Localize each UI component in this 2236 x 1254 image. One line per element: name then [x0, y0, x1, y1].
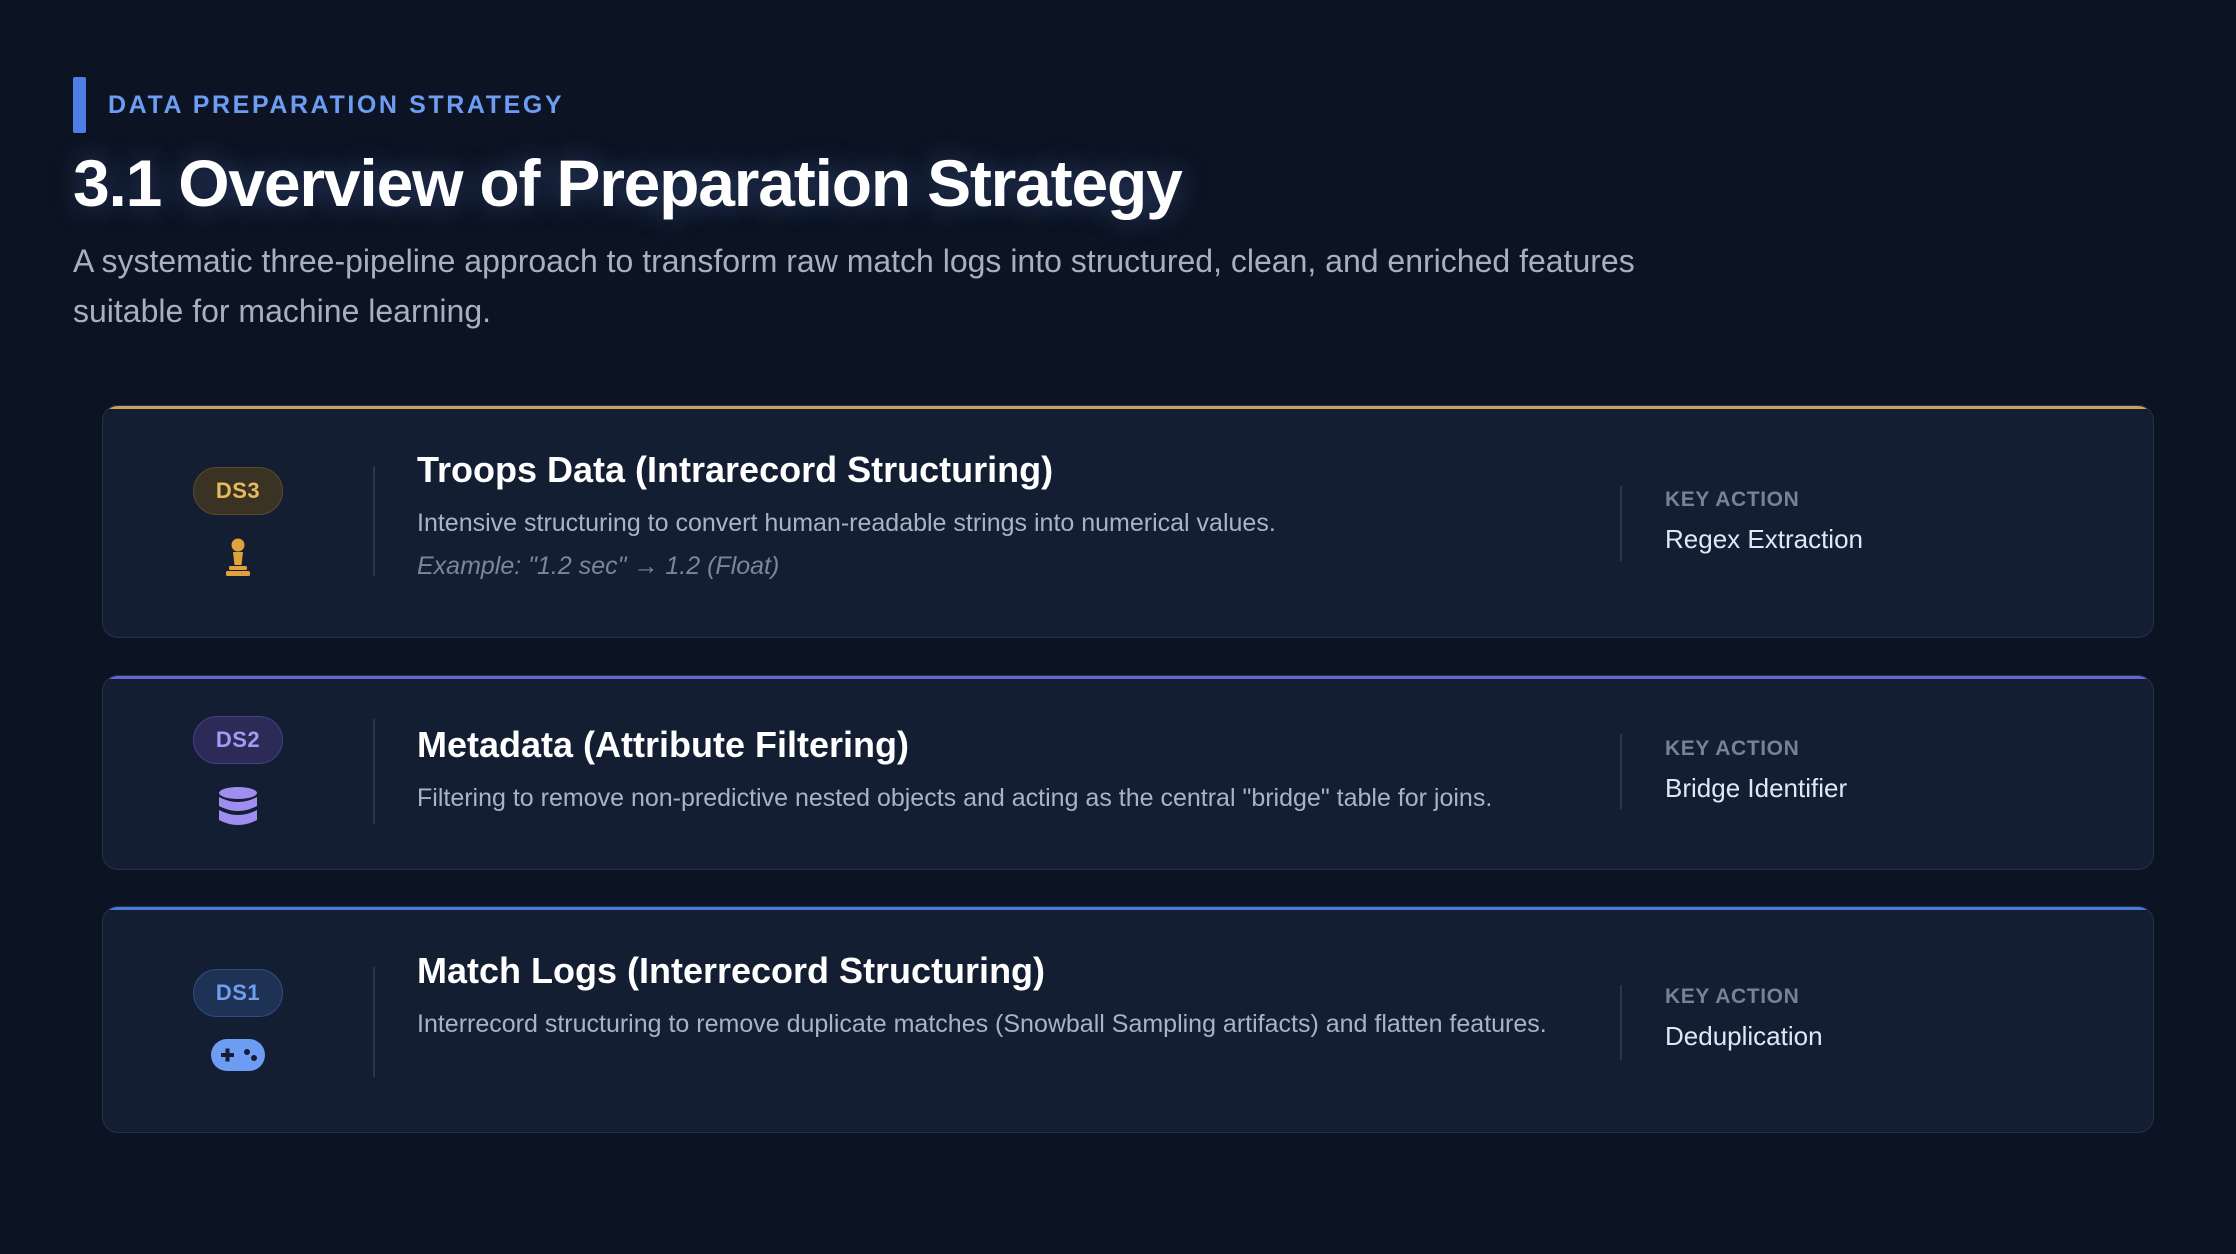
key-action-block: KEY ACTION Regex Extraction [1665, 488, 1863, 555]
eyebrow-label: DATA PREPARATION STRATEGY [108, 90, 565, 119]
card-divider [1620, 985, 1622, 1060]
pipeline-card-ds1: DS1 Match Logs (Interrecord Structuring)… [102, 906, 2154, 1133]
dataset-badge: DS1 [192, 968, 284, 1017]
card-title: Metadata (Attribute Filtering) [417, 724, 909, 765]
card-description: Filtering to remove non-predictive neste… [417, 784, 1493, 812]
key-action-label: KEY ACTION [1665, 488, 1800, 511]
key-action-block: KEY ACTION Deduplication [1665, 985, 1823, 1052]
page-title: 3.1 Overview of Preparation Strategy [73, 146, 1183, 220]
card-example: Example: "1.2 sec" → 1.2 (Float) [417, 552, 780, 580]
key-action-block: KEY ACTION Bridge Identifier [1665, 737, 1847, 804]
card-accent-bar [103, 676, 2153, 679]
card-badge-column: DS2 [103, 676, 373, 869]
section-eyebrow: DATA PREPARATION STRATEGY [73, 77, 564, 133]
key-action-value: Deduplication [1665, 1021, 1823, 1051]
card-divider [373, 719, 375, 824]
key-action-value: Regex Extraction [1665, 524, 1863, 554]
card-badge-column: DS3 [103, 406, 373, 637]
key-action-label: KEY ACTION [1665, 985, 1800, 1008]
card-divider [373, 967, 375, 1077]
key-action-label: KEY ACTION [1665, 737, 1800, 760]
card-divider [1620, 734, 1622, 809]
card-divider [373, 466, 375, 576]
pipeline-card-ds3: DS3 Troops Data (Intrarecord Structuring… [102, 405, 2154, 638]
card-description: Intensive structuring to convert human-r… [417, 509, 1276, 537]
page-subtitle: A systematic three-pipeline approach to … [73, 243, 1635, 329]
card-description: Interrecord structuring to remove duplic… [417, 1010, 1547, 1038]
card-accent-bar [103, 907, 2153, 910]
gamepad-icon [211, 1038, 265, 1071]
slide: DATA PREPARATION STRATEGY 3.1 Overview o… [0, 0, 2236, 1254]
card-content: Match Logs (Interrecord Structuring) Int… [417, 950, 1707, 1045]
database-icon [218, 786, 258, 830]
card-badge-column: DS1 [103, 907, 373, 1132]
card-title: Troops Data (Intrarecord Structuring) [417, 449, 1054, 490]
card-divider [1620, 486, 1622, 561]
card-title: Match Logs (Interrecord Structuring) [417, 950, 1046, 991]
card-accent-bar [103, 406, 2153, 409]
pipeline-card-ds2: DS2 Metadata (Attribute Filtering) Filte… [102, 675, 2154, 870]
eyebrow-accent-bar [73, 77, 86, 133]
card-content: Troops Data (Intrarecord Structuring) In… [417, 449, 1707, 581]
card-content: Metadata (Attribute Filtering) Filtering… [417, 724, 1707, 819]
key-action-value: Bridge Identifier [1665, 773, 1848, 803]
dataset-badge: DS3 [192, 466, 284, 515]
dataset-badge: DS2 [192, 715, 284, 764]
chess-pawn-icon [224, 537, 252, 577]
